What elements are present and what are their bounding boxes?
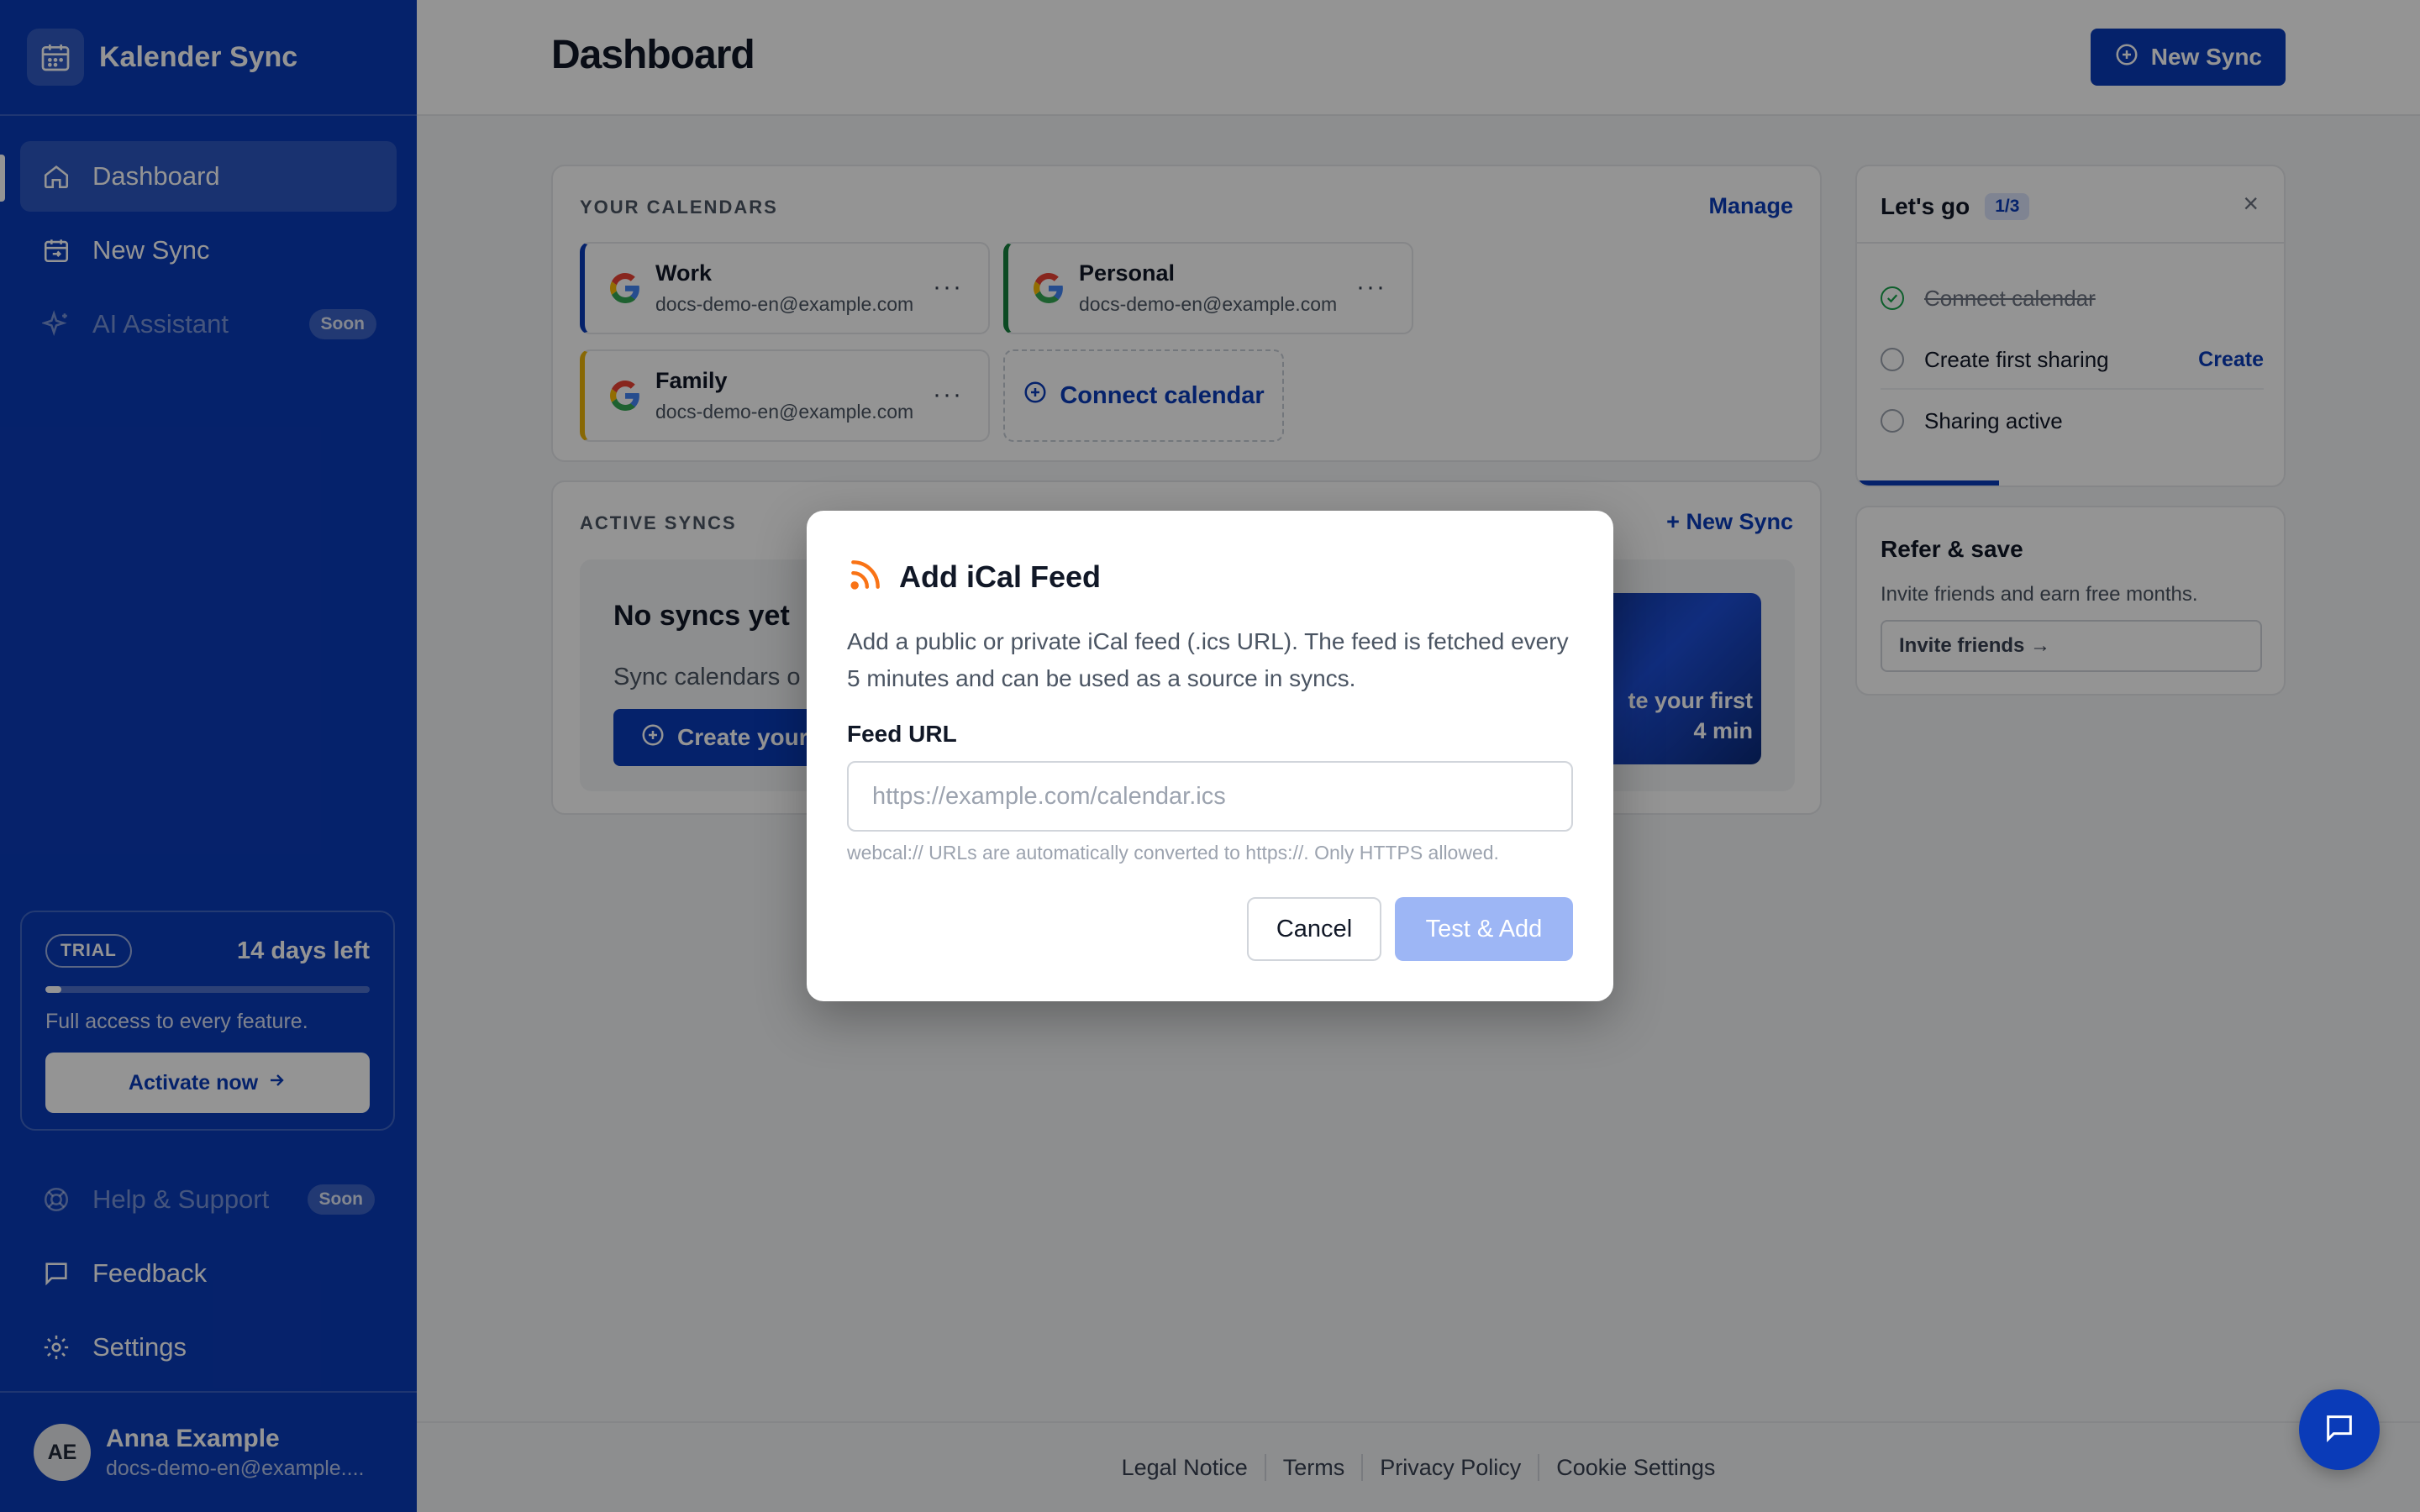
test-and-add-button[interactable]: Test & Add <box>1395 897 1573 961</box>
feed-url-label: Feed URL <box>847 721 957 747</box>
chat-button[interactable] <box>2299 1389 2380 1470</box>
feed-url-hint: webcal:// URLs are automatically convert… <box>847 842 1499 864</box>
rss-icon <box>847 556 884 597</box>
feed-url-input[interactable] <box>847 761 1573 832</box>
cancel-button[interactable]: Cancel <box>1247 897 1381 961</box>
dialog-title: Add iCal Feed <box>899 559 1102 594</box>
chat-icon <box>2323 1411 2356 1449</box>
dialog-description: Add a public or private iCal feed (.ics … <box>847 628 1569 691</box>
add-ical-feed-dialog: Add iCal Feed Add a public or private iC… <box>807 511 1613 1001</box>
